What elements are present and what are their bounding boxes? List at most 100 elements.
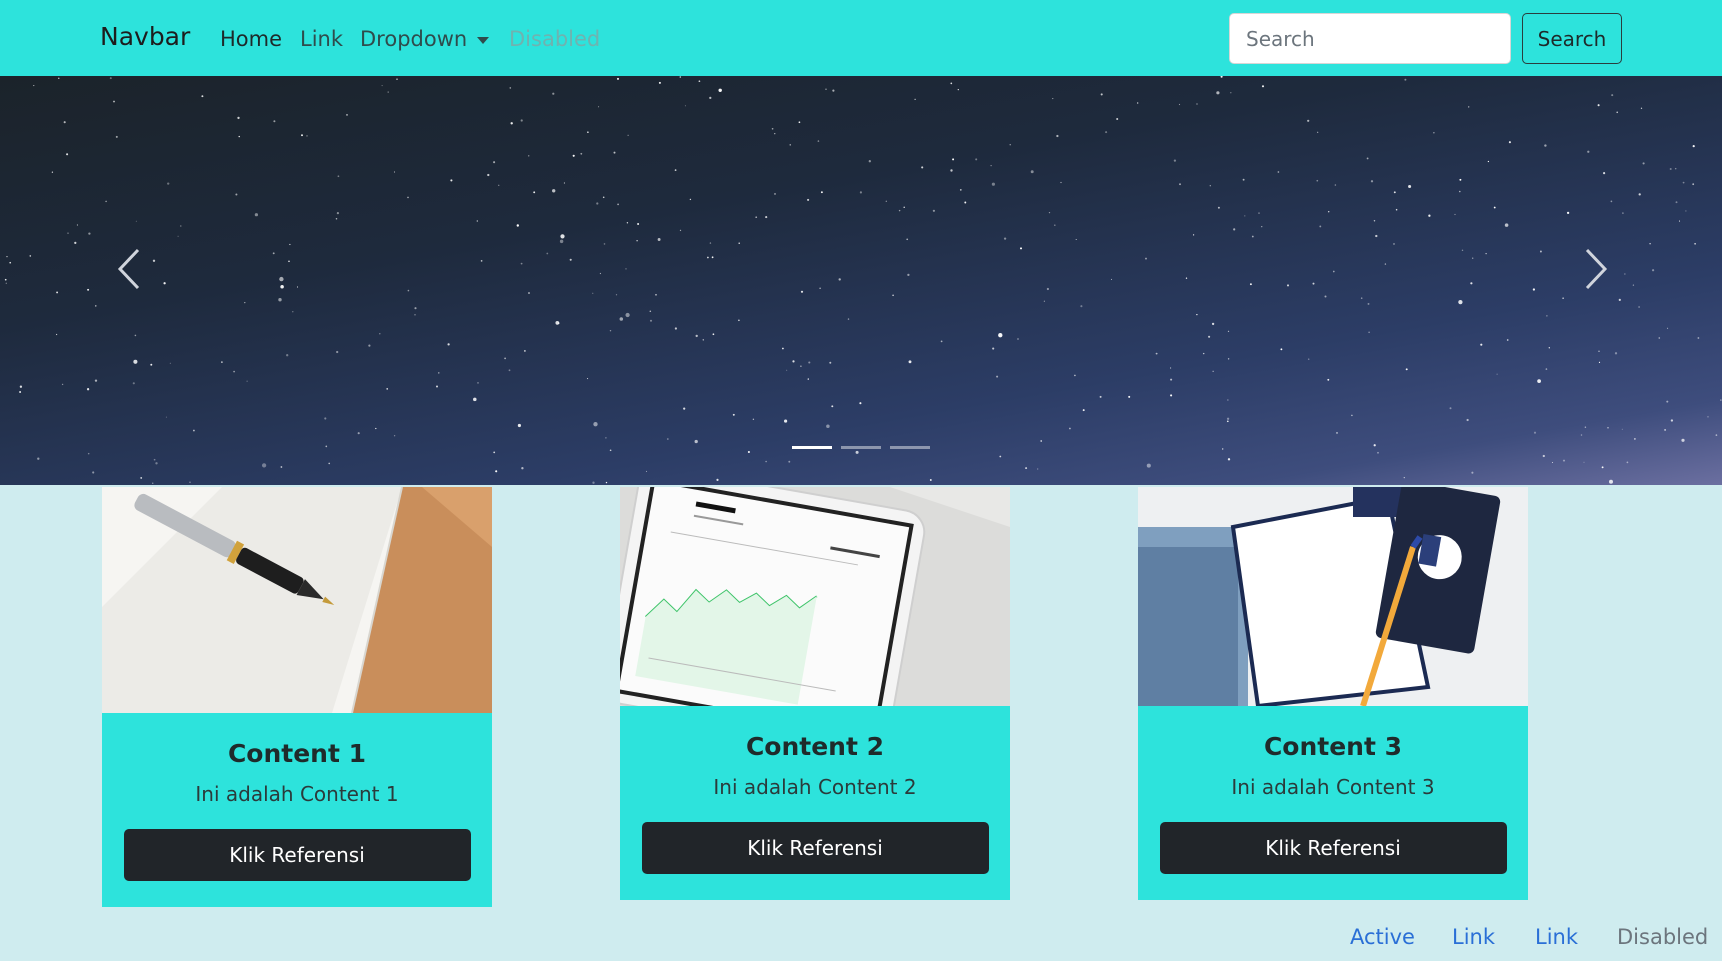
star (784, 419, 788, 423)
nav-link-home[interactable]: Home (220, 27, 282, 51)
star (1327, 378, 1330, 381)
star (286, 354, 289, 357)
star (29, 255, 32, 257)
star (847, 318, 850, 320)
star (1393, 243, 1395, 245)
star (698, 80, 701, 83)
star (135, 220, 137, 222)
star (1674, 167, 1677, 170)
star (617, 203, 619, 206)
star (61, 383, 64, 386)
hero-carousel (0, 76, 1722, 485)
star (1146, 463, 1151, 468)
carousel-next-icon[interactable] (1575, 244, 1615, 294)
star (1393, 191, 1396, 194)
star (1137, 102, 1139, 104)
klik-referensi-button[interactable]: Klik Referensi (1159, 822, 1507, 874)
star (695, 334, 698, 338)
star (1624, 273, 1626, 275)
star (235, 193, 238, 196)
star (152, 259, 156, 262)
search-button[interactable]: Search (1522, 13, 1622, 64)
star (381, 85, 383, 87)
star (1546, 315, 1548, 317)
star (1216, 91, 1220, 95)
star (177, 235, 179, 237)
star (1003, 237, 1007, 240)
star (616, 77, 620, 80)
star (1209, 185, 1211, 187)
star (278, 298, 282, 302)
star (1666, 400, 1669, 403)
footer-nav-link[interactable]: Link (1452, 925, 1495, 949)
search-input[interactable] (1229, 13, 1511, 64)
star (115, 135, 118, 138)
star (438, 372, 440, 374)
star (1046, 287, 1050, 291)
star (1319, 225, 1322, 228)
carousel-indicator[interactable] (890, 446, 930, 449)
star (1468, 106, 1470, 108)
star (435, 385, 439, 388)
star (74, 241, 77, 245)
star (552, 92, 555, 95)
star (774, 192, 776, 195)
star (86, 388, 90, 391)
carousel-indicator[interactable] (841, 446, 881, 449)
star (1258, 212, 1260, 214)
star (105, 200, 107, 203)
star (1068, 427, 1071, 430)
star (498, 184, 500, 186)
star (201, 95, 204, 98)
star (393, 171, 396, 173)
star (798, 121, 801, 124)
footer-nav-active[interactable]: Active (1350, 925, 1415, 949)
star (572, 154, 575, 157)
star (1170, 367, 1172, 369)
star (1277, 171, 1280, 173)
star (528, 292, 530, 294)
star (569, 258, 572, 261)
star (1367, 302, 1370, 305)
star (1196, 313, 1198, 316)
star (1312, 282, 1315, 285)
star (975, 158, 978, 161)
star (694, 439, 698, 444)
star (1584, 426, 1587, 429)
carousel-indicator[interactable] (792, 446, 832, 449)
star (689, 198, 692, 201)
star (1128, 395, 1131, 398)
star (855, 450, 859, 454)
nav-link-link[interactable]: Link (300, 27, 343, 51)
card-image-notebook-pen (102, 487, 492, 713)
star (1404, 78, 1407, 81)
navbar-brand[interactable]: Navbar (100, 22, 190, 51)
star (649, 310, 652, 312)
star (450, 179, 453, 182)
star (246, 380, 248, 382)
footer-nav-link[interactable]: Link (1535, 925, 1578, 949)
klik-referensi-button[interactable]: Klik Referensi (641, 822, 989, 874)
star (280, 285, 284, 289)
star (58, 77, 60, 79)
klik-referensi-button[interactable]: Klik Referensi (123, 829, 471, 881)
star (1048, 211, 1051, 214)
star (533, 191, 536, 194)
star (898, 209, 901, 212)
star (636, 240, 638, 242)
star (957, 88, 959, 91)
nav-dropdown-toggle[interactable]: Dropdown (360, 27, 490, 51)
star (169, 362, 171, 364)
star (407, 196, 409, 199)
star (1681, 438, 1685, 442)
star (1545, 368, 1548, 370)
star (603, 243, 606, 245)
star (1533, 431, 1537, 434)
star (1017, 338, 1019, 340)
star (605, 481, 608, 484)
star (473, 397, 477, 402)
star (1030, 170, 1034, 174)
card-text: Ini adalah Content 1 (195, 782, 399, 806)
carousel-prev-icon[interactable] (110, 244, 150, 294)
star (1351, 414, 1353, 417)
